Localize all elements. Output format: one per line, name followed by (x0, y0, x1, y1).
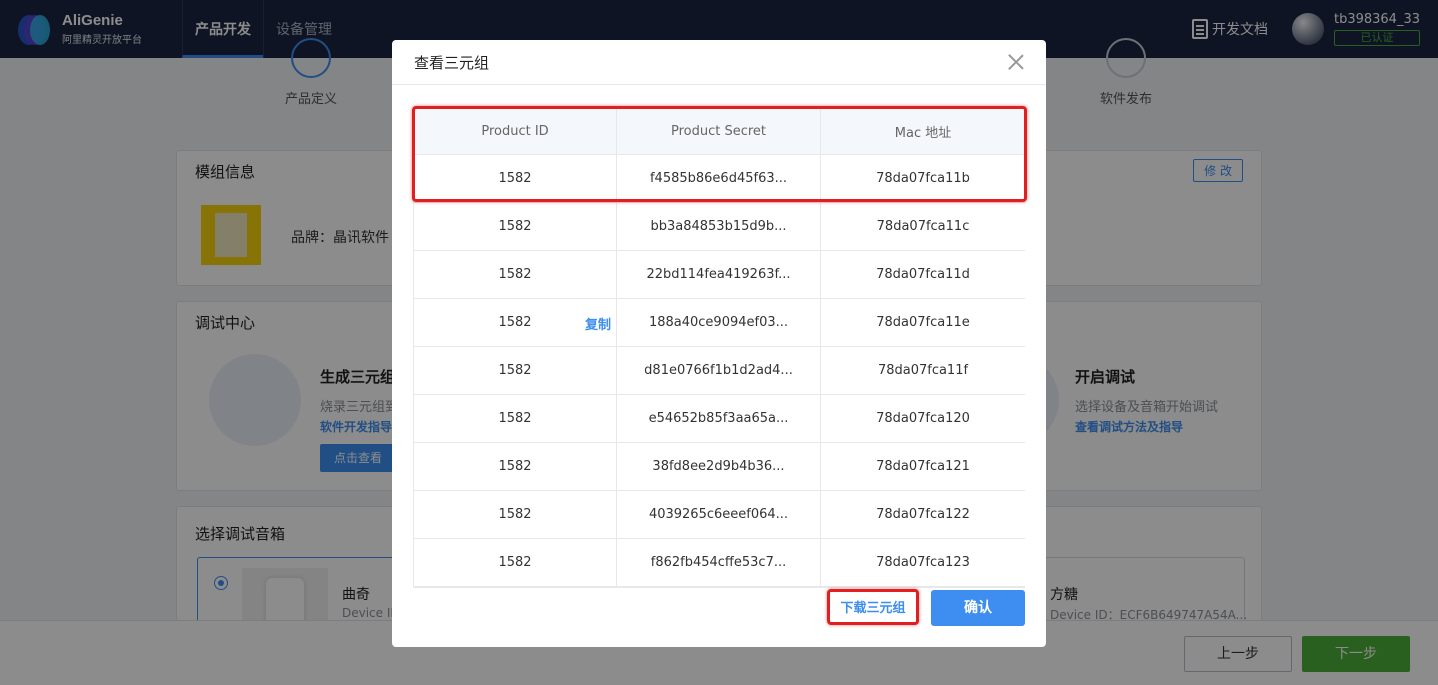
cell-product-id (413, 586, 617, 587)
confirm-button[interactable]: 确认 (931, 590, 1025, 626)
triple-table[interactable]: Product ID Product Secret Mac 地址 1582 f4… (413, 108, 1025, 588)
cell-product-secret: 4039265c6eeef064... (616, 490, 821, 539)
cell-product-secret: d81e0766f1b1d2ad4... (616, 346, 821, 395)
cell-mac: 78da07fca122 (820, 490, 1025, 539)
download-triples-button[interactable]: 下载三元组 (831, 593, 915, 625)
cell-product-id: 1582 (413, 490, 617, 539)
cell-mac: 78da07fca123 (820, 538, 1025, 587)
table-row: 1582 e54652b85f3aa65a... 78da07fca120 (413, 394, 1025, 443)
cell-mac: 78da07fca120 (820, 394, 1025, 443)
cell-product-secret: 38fd8ee2d9b4b36... (616, 442, 821, 491)
table-row: 1582 bb3a84853b15d9b... 78da07fca11c (413, 202, 1025, 251)
cell-product-secret: 22bd114fea419263f... (616, 250, 821, 299)
col-header-mac: Mac 地址 (820, 108, 1025, 155)
cell-product-id: 1582 (413, 346, 617, 395)
cell-product-id: 1582 (413, 154, 617, 203)
cell-product-id: 1582 (413, 250, 617, 299)
cell-product-id: 1582 (413, 538, 617, 587)
cell-product-secret: e54652b85f3aa65a... (616, 394, 821, 443)
cell-mac: 78da07fca11c (820, 202, 1025, 251)
cell-product-id: 1582 (413, 394, 617, 443)
copy-link[interactable]: 复制 (585, 314, 611, 333)
cell-product-secret: f862fb454cffe53c7... (616, 538, 821, 587)
table-row: 1582 22bd114fea419263f... 78da07fca11d (413, 250, 1025, 299)
cell-product-secret: bb3a84853b15d9b... (616, 202, 821, 251)
table-row: 1582 d81e0766f1b1d2ad4... 78da07fca11f (413, 346, 1025, 395)
table-row: 1582 38fd8ee2d9b4b36... 78da07fca121 (413, 442, 1025, 491)
table-row: 1582 4039265c6eeef064... 78da07fca122 (413, 490, 1025, 539)
dialog-title: 查看三元组 (414, 53, 490, 72)
table-row (413, 586, 1025, 587)
cell-product-id: 1582 (413, 442, 617, 491)
cell-mac: 78da07fca11f (820, 346, 1025, 395)
table-row: 1582 复制 188a40ce9094ef03... 78da07fca11e (413, 298, 1025, 347)
cell-product-secret: 复制 188a40ce9094ef03... (585, 298, 821, 347)
table-row: 1582 f862fb454cffe53c7... 78da07fca123 (413, 538, 1025, 587)
secret-text: 188a40ce9094ef03... (648, 315, 789, 330)
cell-product-secret (616, 586, 821, 587)
table-row: 1582 f4585b86e6d45f63... 78da07fca11b (413, 154, 1025, 203)
triple-dialog: 查看三元组 Product ID Product Secret Mac 地址 1… (392, 40, 1046, 647)
cell-mac: 78da07fca121 (820, 442, 1025, 491)
cell-product-secret: f4585b86e6d45f63... (616, 154, 821, 203)
close-icon[interactable] (1008, 54, 1024, 70)
cell-mac: 78da07fca11d (820, 250, 1025, 299)
cell-mac: 78da07fca11b (820, 154, 1025, 203)
cell-mac (820, 586, 1025, 587)
cell-product-id: 1582 (413, 202, 617, 251)
col-header-product-id: Product ID (413, 108, 617, 155)
col-header-product-secret: Product Secret (616, 108, 821, 155)
cell-mac: 78da07fca11e (820, 298, 1025, 347)
